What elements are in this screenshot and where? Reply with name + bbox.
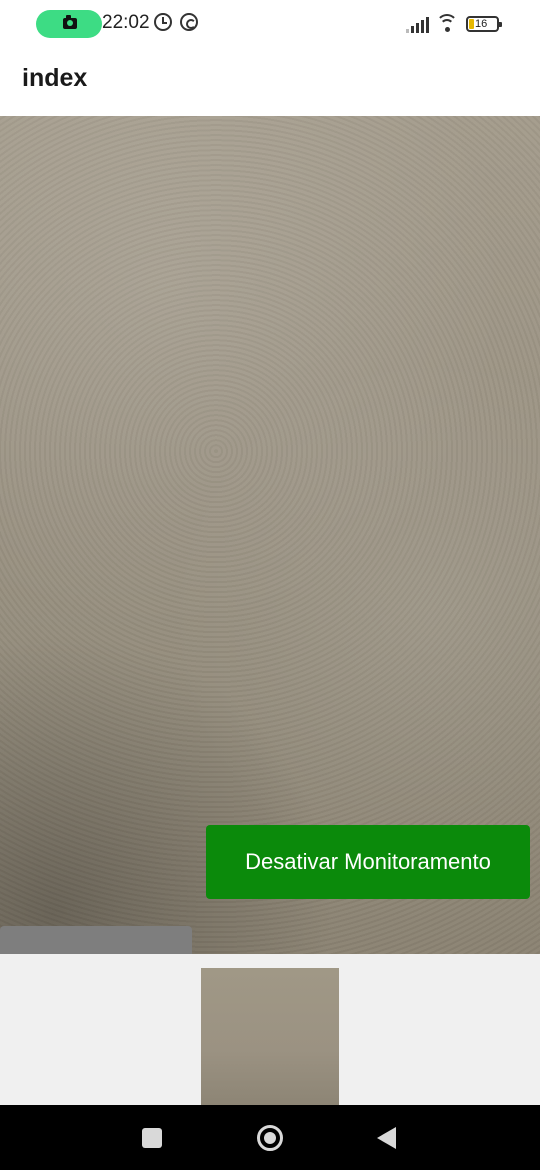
disable-monitoring-button[interactable]: Desativar Monitoramento (206, 825, 530, 899)
alarm-icon (154, 13, 172, 31)
recents-icon[interactable] (142, 1128, 162, 1148)
home-icon[interactable] (257, 1125, 283, 1151)
status-bar: 22:02 16 (0, 0, 540, 48)
battery-level: 16 (475, 18, 488, 30)
back-icon[interactable] (377, 1127, 396, 1149)
app-bar: index (0, 48, 540, 116)
battery-icon: 16 (466, 16, 502, 32)
wifi-icon (436, 14, 458, 32)
whatsapp-icon (180, 13, 198, 31)
camera-in-use-indicator[interactable] (36, 10, 102, 38)
camera-icon (63, 15, 77, 29)
status-time: 22:02 (102, 12, 150, 33)
page-title: index (22, 64, 88, 92)
captured-preview-area (0, 954, 540, 1105)
navigation-bar (0, 1105, 540, 1170)
snapshot-thumbnail (201, 968, 339, 1105)
signal-icon (406, 17, 430, 33)
